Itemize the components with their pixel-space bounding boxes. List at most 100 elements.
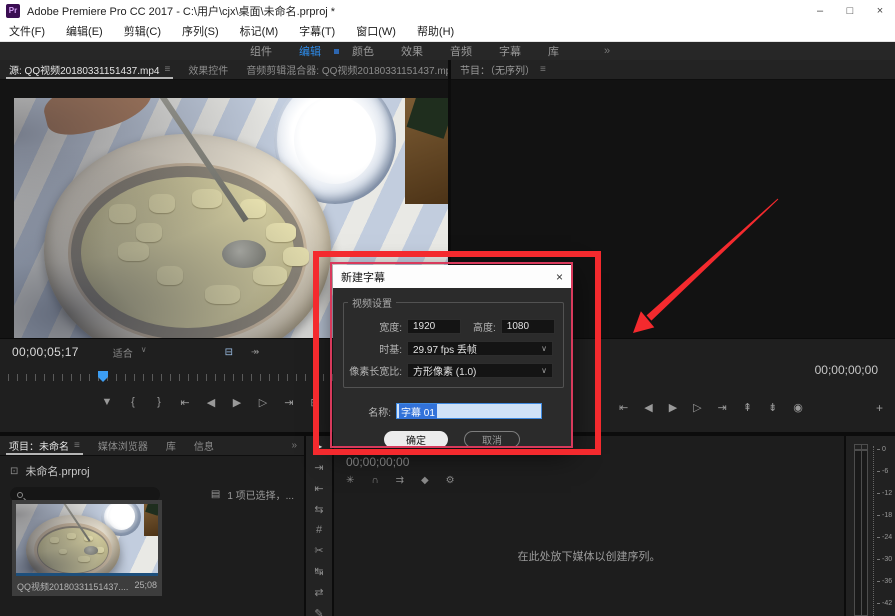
panel-overflow-icon[interactable]: » [291,440,297,451]
extract-icon[interactable]: ⇟ [768,401,777,414]
mark-in-icon[interactable]: { [127,396,139,409]
tab-effect-controls[interactable]: 效果控件 [179,60,237,79]
filmstrip-icon[interactable]: ▤ [211,489,220,500]
clip-item[interactable]: QQ视频20180331151437.... 25;08 [12,500,162,596]
menu-item[interactable]: 窗口(W) [356,23,396,39]
workspace-tab-editing[interactable]: 编辑 [299,43,321,59]
zoom-level-select[interactable]: 适合 ∨ [113,345,147,360]
insert-nest-icon[interactable]: ✳ [346,475,354,486]
rolling-edit-tool[interactable]: ⇆ [314,503,323,516]
menu-bar: 文件(F) 编辑(E) 剪辑(C) 序列(S) 标记(M) 字幕(T) 窗口(W… [0,21,895,42]
tab-libraries[interactable]: 库 [157,436,185,455]
project-breadcrumb[interactable]: ⊡ 未命名.prproj [10,463,304,479]
menu-item[interactable]: 剪辑(C) [124,23,161,39]
height-label: 高度: [473,319,496,334]
go-to-in-icon[interactable]: ⇤ [619,401,628,414]
workspace-overflow-icon[interactable]: » [604,45,610,57]
linked-selection-icon[interactable]: ⇉ [396,475,404,486]
close-button[interactable]: × [865,5,895,17]
go-to-out-icon[interactable]: ⇥ [718,401,727,414]
play-icon[interactable]: ▶ [669,401,677,414]
app-icon: Pr [6,4,20,18]
panel-menu-icon[interactable]: ≡ [164,64,170,75]
width-field[interactable]: 1920 [407,319,461,334]
width-label: 宽度: [344,319,402,334]
add-marker-icon[interactable]: ◆ [421,475,429,486]
clip-scrub-bar[interactable] [16,573,158,576]
tab-project[interactable]: 项目：未命名 ≡ [0,436,89,455]
dialog-close-icon[interactable]: × [556,270,563,284]
track-select-forward-tool[interactable]: ⇥ [314,461,323,474]
meter-tick-label: -42 [877,600,892,616]
workspace-tab-libraries[interactable]: 库 [548,43,559,59]
source-timecode[interactable]: 00;00;05;17 [12,345,79,359]
insert-icon[interactable]: ⊞ [309,396,321,409]
timeline-toolbar: ✳ ∩ ⇉ ◆ ⚙ [346,475,455,486]
clip-name[interactable]: QQ视频20180331151437.... [17,580,128,593]
step-back-icon[interactable]: ◀ [205,396,217,409]
add-marker-icon[interactable]: ▼ [101,396,113,409]
timebase-select[interactable]: 29.97 fps 丢帧 ∨ [407,341,553,356]
dialog-title-bar[interactable]: 新建字幕 × [333,265,571,288]
ripple-edit-tool[interactable]: ⇤ [314,482,323,495]
play-icon[interactable]: ▶ [231,396,243,409]
menu-item[interactable]: 字幕(T) [299,23,335,39]
razor-tool[interactable]: ✂ [314,544,323,557]
tab-media-browser[interactable]: 媒体浏览器 [89,436,157,455]
selection-status: 1 项已选择，... [227,487,294,502]
minimize-button[interactable]: – [805,5,835,17]
step-forward-icon[interactable]: ▷ [257,396,269,409]
program-timecode[interactable]: 00;00;00;00 [815,363,878,377]
pixel-aspect-label: 像素长宽比: [344,363,402,378]
menu-item[interactable]: 帮助(H) [417,23,454,39]
workspace-tab-effects[interactable]: 效果 [401,43,423,59]
menu-item[interactable]: 编辑(E) [66,23,103,39]
cancel-button[interactable]: 取消 [464,431,520,448]
title-name-field[interactable]: 字幕 01 [396,403,542,419]
panel-menu-icon[interactable]: ≡ [74,440,80,451]
monitor-settings-icon[interactable]: ⊟ [225,347,233,358]
lift-icon[interactable]: ⇞ [743,401,752,414]
rate-stretch-tool[interactable]: # [316,524,322,536]
height-field[interactable]: 1080 [501,319,555,334]
slide-tool[interactable]: ⇄ [314,586,323,599]
ok-button[interactable]: 确定 [384,431,448,448]
workspace-tab-assembly[interactable]: 组件 [250,43,272,59]
new-title-dialog: 新建字幕 × 视频设置 宽度: 1920 高度: 1080 时基: 29.97 … [333,265,571,446]
menu-item[interactable]: 标记(M) [240,23,279,39]
mark-out-icon[interactable]: } [153,396,165,409]
panel-menu-icon[interactable]: ≡ [540,64,546,75]
workspace-tab-color[interactable]: 颜色 [352,43,374,59]
clip-thumbnail[interactable] [16,504,158,576]
meter-tick-label: -36 [877,578,892,600]
workspace-tab-titles[interactable]: 字幕 [499,43,521,59]
workspace-bar: 组件 编辑 颜色 效果 音频 字幕 库 » [0,42,895,60]
maximize-button[interactable]: □ [835,5,865,17]
search-icon [17,492,23,498]
meter-tick-label: -24 [877,534,892,556]
tab-audio-clip-mixer[interactable]: 音频剪辑混合器: QQ视频20180331151437.mp4 [237,60,448,79]
workspace-tab-audio[interactable]: 音频 [450,43,472,59]
slip-tool[interactable]: ↹ [314,565,323,578]
menu-item[interactable]: 文件(F) [9,23,45,39]
timeline-settings-icon[interactable]: ⚙ [446,475,455,486]
go-to-out-icon[interactable]: ⇥ [283,396,295,409]
playback-settings-icon[interactable]: ↠ [251,347,259,358]
tab-source-monitor[interactable]: 源: QQ视频20180331151437.mp4 ≡ [0,60,179,79]
step-back-icon[interactable]: ◀ [644,401,652,414]
export-frame-icon[interactable]: ◉ [793,401,803,414]
audio-meter-scale: 0 -6 -12 -18 -24 -30 -36 -42 [873,446,892,616]
selection-tool[interactable]: ► [314,441,325,453]
dialog-title: 新建字幕 [341,269,385,285]
timeline-timecode[interactable]: 00;00;00;00 [346,455,409,469]
tab-info[interactable]: 信息 [185,436,223,455]
pixel-aspect-select[interactable]: 方形像素 (1.0) ∨ [407,363,553,378]
timeline-empty-message: 在此处放下媒体以创建序列。 [334,548,844,564]
tab-program-monitor[interactable]: 节目：（无序列） ≡ [451,60,555,79]
pen-tool[interactable]: ✎ [314,607,323,616]
snap-icon[interactable]: ∩ [371,475,378,486]
button-editor-icon[interactable]: + [876,401,883,415]
menu-item[interactable]: 序列(S) [182,23,219,39]
go-to-in-icon[interactable]: ⇤ [179,396,191,409]
step-forward-icon[interactable]: ▷ [693,401,701,414]
